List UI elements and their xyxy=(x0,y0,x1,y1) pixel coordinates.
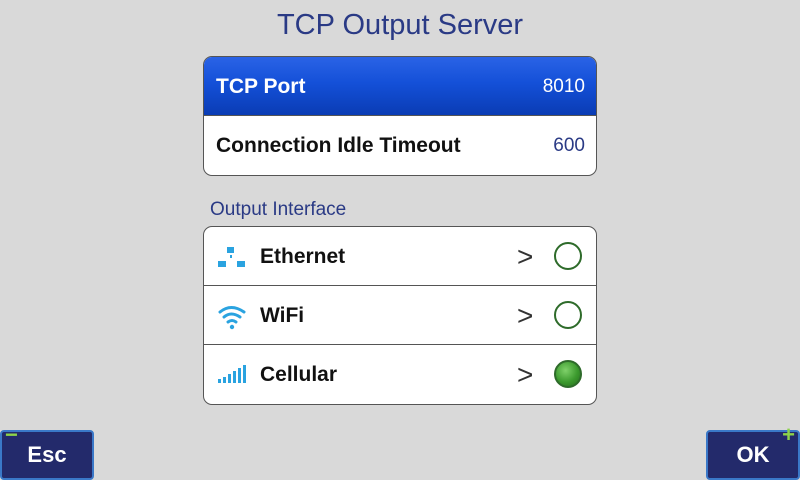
radio-ethernet[interactable] xyxy=(554,242,582,270)
interface-row-cellular[interactable]: Cellular > xyxy=(204,345,596,404)
output-interface-list: Ethernet > WiFi > Cellular > xyxy=(203,226,597,405)
tcp-port-label: TCP Port xyxy=(216,75,306,98)
cellular-signal-icon xyxy=(217,361,247,389)
esc-button[interactable]: − Esc xyxy=(0,424,94,480)
idle-timeout-row[interactable]: Connection Idle Timeout 600 xyxy=(204,116,596,175)
chevron-right-icon: > xyxy=(517,300,534,331)
idle-timeout-value: 600 xyxy=(553,135,585,156)
page-title: TCP Output Server xyxy=(276,9,524,41)
wifi-icon xyxy=(217,302,247,330)
idle-timeout-label: Connection Idle Timeout xyxy=(216,134,461,157)
minus-icon: − xyxy=(5,422,18,447)
interface-label-cellular: Cellular xyxy=(260,363,338,386)
interface-row-wifi[interactable]: WiFi > xyxy=(204,286,596,345)
ok-button[interactable]: + OK xyxy=(706,424,800,480)
tcp-port-row[interactable]: TCP Port 8010 xyxy=(204,57,596,116)
interface-label-ethernet: Ethernet xyxy=(260,245,346,268)
plus-icon: + xyxy=(782,422,795,447)
interface-row-ethernet[interactable]: Ethernet > xyxy=(204,227,596,286)
ethernet-icon xyxy=(217,243,247,271)
output-interface-heading: Output Interface xyxy=(210,199,347,220)
chevron-right-icon: > xyxy=(517,241,534,272)
radio-cellular[interactable] xyxy=(554,360,582,388)
interface-label-wifi: WiFi xyxy=(260,304,305,327)
settings-list: TCP Port 8010 Connection Idle Timeout 60… xyxy=(203,56,597,176)
tcp-port-value: 8010 xyxy=(542,76,585,97)
radio-wifi[interactable] xyxy=(554,301,582,329)
ok-button-label: OK xyxy=(736,442,770,467)
chevron-right-icon: > xyxy=(517,359,534,390)
esc-button-label: Esc xyxy=(27,442,67,467)
